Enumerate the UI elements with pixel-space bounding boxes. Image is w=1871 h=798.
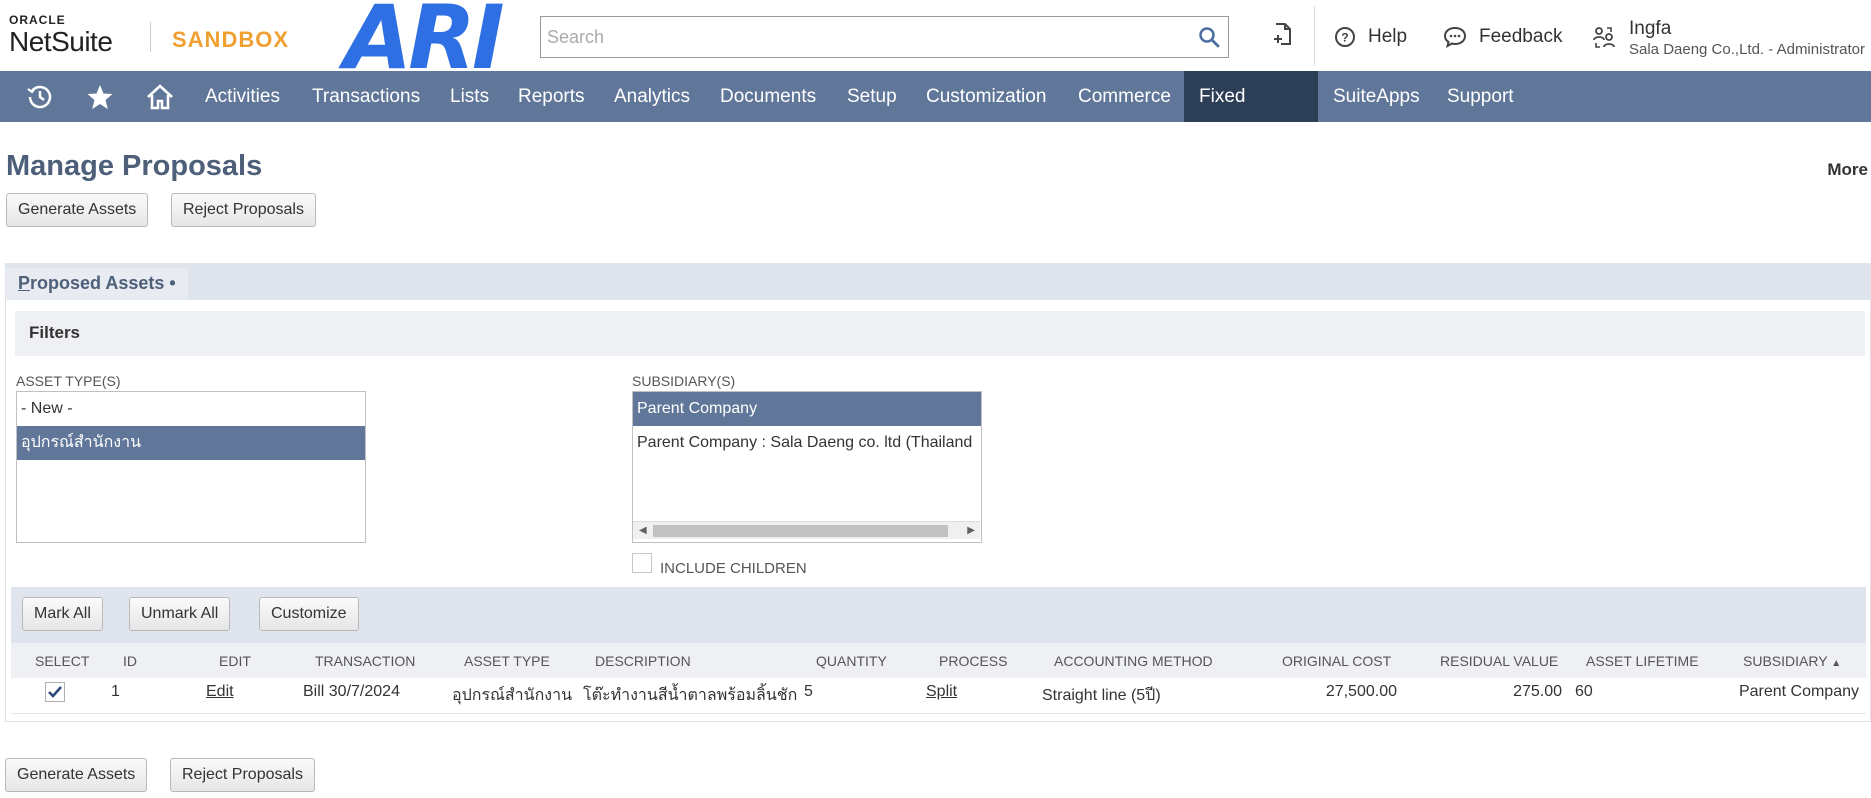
sandbox-label: SANDBOX xyxy=(172,27,290,52)
scroll-left-arrow-icon[interactable]: ◀ xyxy=(639,525,647,536)
row-select-checkbox[interactable] xyxy=(45,682,65,702)
col-header-asset-lifetime[interactable]: ASSET LIFETIME xyxy=(1586,653,1699,669)
col-header-process[interactable]: PROCESS xyxy=(939,653,1007,669)
col-header-description[interactable]: DESCRIPTION xyxy=(595,653,691,669)
reject-proposals-button-top[interactable]: Reject Proposals xyxy=(171,193,316,227)
subsidiary-option-selected[interactable]: Parent Company xyxy=(633,392,981,426)
scrollbar-thumb[interactable] xyxy=(653,525,948,537)
nav-transactions[interactable]: Transactions xyxy=(297,71,435,122)
generate-assets-button-top[interactable]: Generate Assets xyxy=(6,193,149,227)
include-children-checkbox[interactable] xyxy=(632,553,652,573)
split-link[interactable]: Split xyxy=(926,683,957,700)
home-icon[interactable] xyxy=(145,83,175,111)
top-header: ORACLE NetSuite SANDBOX ARI ? Help Feedb… xyxy=(0,0,1871,82)
ari-brand-logo: ARI xyxy=(344,0,505,89)
global-search[interactable] xyxy=(540,16,1229,58)
unmark-all-button[interactable]: Unmark All xyxy=(129,597,231,631)
cell-asset-type: อุปกรณ์สำนักงาน xyxy=(452,687,572,704)
svg-text:?: ? xyxy=(1341,31,1348,45)
cell-id: 1 xyxy=(111,683,120,700)
favorites-star-icon[interactable] xyxy=(86,83,114,111)
tab-proposed-assets[interactable]: Proposed Assets • xyxy=(6,268,188,300)
nav-documents[interactable]: Documents xyxy=(705,71,831,122)
cell-original-cost: 27,500.00 xyxy=(1325,683,1397,700)
tab-access-key: P xyxy=(18,273,31,293)
asset-type-option[interactable]: - New - xyxy=(17,392,365,426)
nav-support[interactable]: Support xyxy=(1432,71,1529,122)
col-header-id[interactable]: ID xyxy=(123,653,137,669)
switch-role-icon[interactable] xyxy=(1592,25,1616,49)
edit-link[interactable]: Edit xyxy=(206,683,234,700)
col-header-original-cost[interactable]: ORIGINAL COST xyxy=(1282,653,1391,669)
nav-commerce[interactable]: Commerce xyxy=(1063,71,1186,122)
sort-ascending-icon: ▲ xyxy=(1831,658,1842,669)
nav-fixed-assets[interactable]: Fixed Assets xyxy=(1184,71,1318,158)
col-header-select[interactable]: SELECT xyxy=(35,653,89,669)
nav-customization[interactable]: Customization xyxy=(911,71,1061,122)
asset-types-multiselect[interactable]: - New - อุปกรณ์สำนักงาน xyxy=(16,391,366,543)
header-divider xyxy=(1314,6,1315,66)
col-header-subsidiary[interactable]: SUBSIDIARY ▲ xyxy=(1743,653,1841,669)
asset-type-option-selected[interactable]: อุปกรณ์สำนักงาน xyxy=(17,426,365,460)
cell-edit[interactable]: Edit xyxy=(206,683,234,701)
col-header-residual-value[interactable]: RESIDUAL VALUE xyxy=(1440,653,1558,669)
scroll-right-arrow-icon[interactable]: ▶ xyxy=(967,525,975,536)
nav-reports[interactable]: Reports xyxy=(503,71,600,122)
customize-button[interactable]: Customize xyxy=(259,597,359,631)
col-header-subsidiary-label: SUBSIDIARY xyxy=(1743,653,1828,669)
cell-residual-value: 275.00 xyxy=(1513,683,1562,700)
generate-assets-button-bottom[interactable]: Generate Assets xyxy=(5,758,148,792)
search-icon[interactable] xyxy=(1198,26,1220,48)
search-input[interactable] xyxy=(541,17,1171,57)
tab-label: roposed Assets xyxy=(30,273,165,293)
nav-analytics[interactable]: Analytics xyxy=(599,71,705,122)
nav-activities[interactable]: Activities xyxy=(190,71,295,122)
netsuite-logo-text: NetSuite xyxy=(9,26,113,57)
cell-subsidiary: Parent Company xyxy=(1738,683,1859,700)
help-icon[interactable]: ? xyxy=(1334,26,1356,48)
nav-suiteapps[interactable]: SuiteApps xyxy=(1318,71,1435,122)
nav-lists[interactable]: Lists xyxy=(435,71,504,122)
user-name[interactable]: Ingfa xyxy=(1629,18,1671,40)
tab-marker: • xyxy=(169,273,176,293)
col-header-asset-type[interactable]: ASSET TYPE xyxy=(464,653,550,669)
reject-proposals-button-bottom[interactable]: Reject Proposals xyxy=(170,758,315,792)
subsidiary-option[interactable]: Parent Company : Sala Daeng co. ltd (Tha… xyxy=(633,426,981,460)
col-header-transaction[interactable]: TRANSACTION xyxy=(315,653,415,669)
recent-records-icon[interactable] xyxy=(26,83,54,111)
cell-accounting-method: Straight line (5ปี) xyxy=(1042,687,1161,704)
col-header-accounting-method[interactable]: ACCOUNTING METHOD xyxy=(1054,653,1213,669)
mark-all-button[interactable]: Mark All xyxy=(22,597,103,631)
cell-description: โต๊ะทำงานสีน้ำตาลพร้อมลิ้นชัก xyxy=(583,687,798,704)
cell-transaction: Bill 30/7/2024 xyxy=(303,683,400,700)
cell-process[interactable]: Split xyxy=(926,683,957,701)
netsuite-logo[interactable]: ORACLE NetSuite xyxy=(9,14,113,57)
filters-title: Filters xyxy=(29,323,81,342)
cell-quantity: 5 xyxy=(804,683,813,700)
asset-types-label: ASSET TYPE(S) xyxy=(16,373,121,389)
feedback-link[interactable]: Feedback xyxy=(1479,26,1562,48)
cell-asset-lifetime: 60 xyxy=(1575,683,1593,700)
include-children-label: INCLUDE CHILDREN xyxy=(660,560,807,577)
page-title: Manage Proposals xyxy=(6,150,263,182)
col-header-quantity[interactable]: QUANTITY xyxy=(816,653,887,669)
help-link[interactable]: Help xyxy=(1368,26,1407,48)
create-new-record-icon[interactable] xyxy=(1272,22,1294,48)
col-header-edit[interactable]: EDIT xyxy=(219,653,251,669)
subsidiaries-label: SUBSIDIARY(S) xyxy=(632,373,736,389)
subsidiaries-horizontal-scrollbar[interactable]: ◀ ▶ xyxy=(633,521,980,539)
filters-header xyxy=(15,311,1865,356)
main-nav-bar: Activities Transactions Lists Reports An… xyxy=(0,71,1871,158)
logo-divider xyxy=(150,22,151,52)
more-link[interactable]: More xyxy=(1827,160,1868,180)
feedback-icon[interactable] xyxy=(1443,26,1467,48)
nav-setup[interactable]: Setup xyxy=(832,71,912,122)
section-tab-bar xyxy=(5,263,1871,300)
user-role[interactable]: Sala Daeng Co.,Ltd. - Administrator xyxy=(1629,41,1865,58)
checkmark-icon xyxy=(48,686,62,698)
